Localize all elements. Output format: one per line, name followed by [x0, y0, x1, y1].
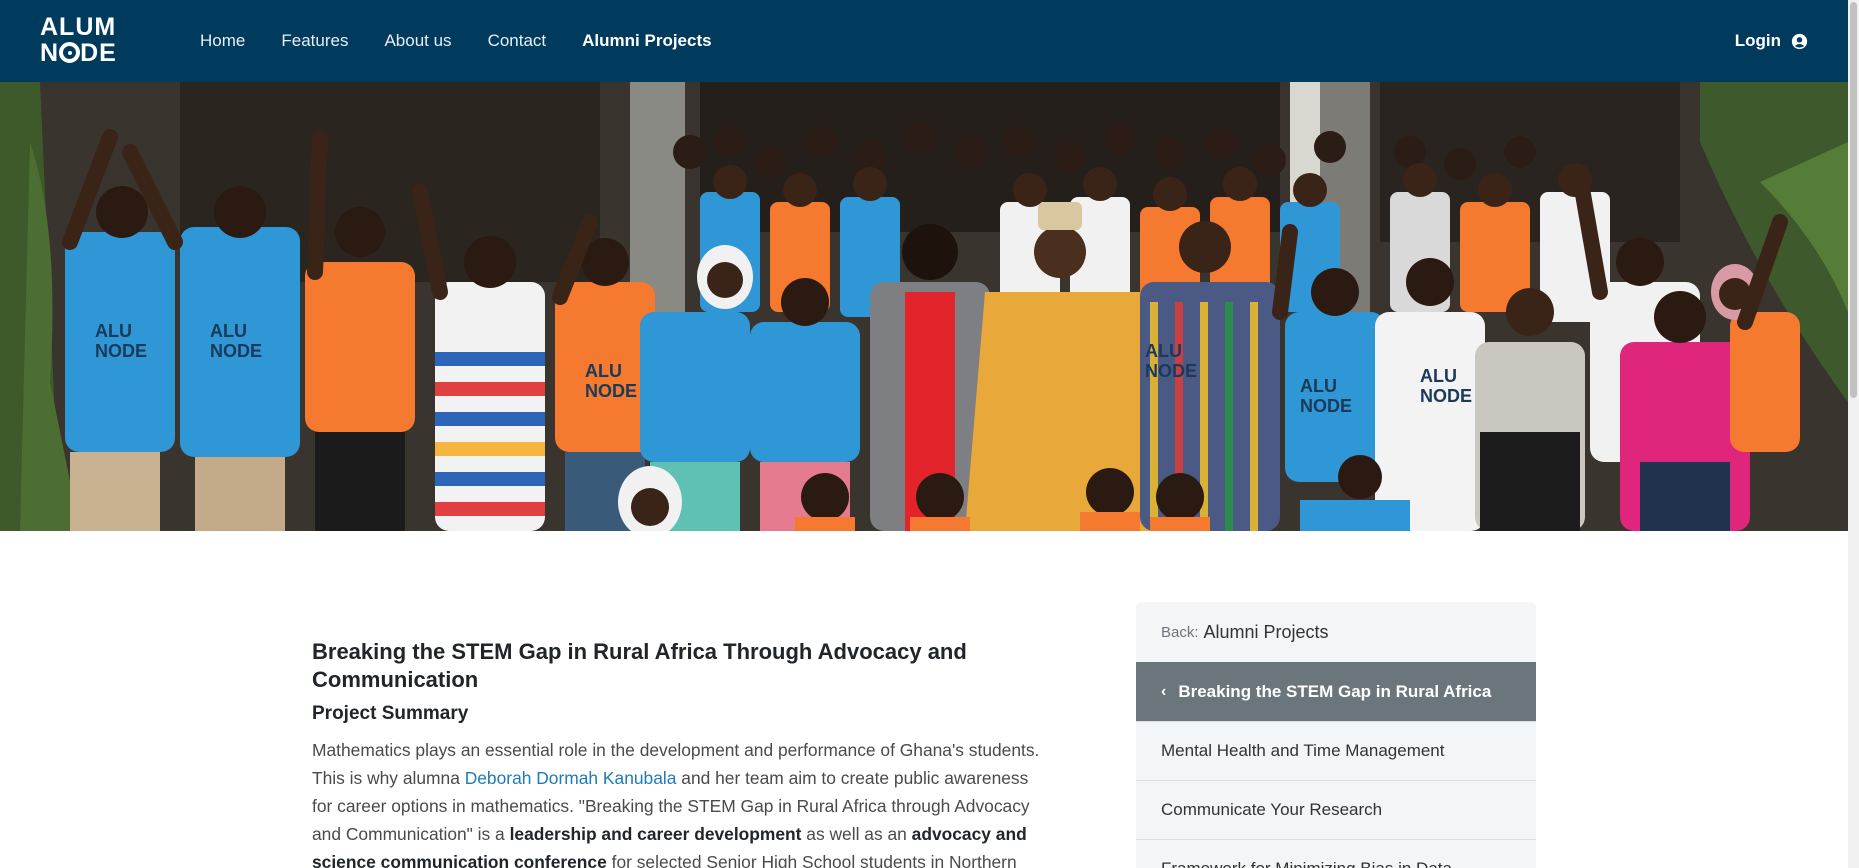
svg-text:NODE: NODE: [210, 341, 262, 361]
page-title: Breaking the STEM Gap in Rural Africa Th…: [312, 639, 967, 692]
svg-text:ALU: ALU: [95, 321, 132, 341]
section-heading: Project Summary: [312, 703, 469, 724]
nav-contact[interactable]: Contact: [488, 31, 547, 51]
back-link[interactable]: Back: Alumni Projects: [1136, 602, 1536, 662]
nav-home[interactable]: Home: [200, 31, 245, 51]
svg-text:ALU: ALU: [1420, 366, 1457, 386]
svg-text:ALU: ALU: [210, 321, 247, 341]
login-label: Login: [1734, 31, 1781, 50]
chevron-left-icon: ‹: [1161, 682, 1167, 700]
logo-line1: ALUM: [40, 13, 117, 41]
login-button[interactable]: Login: [1735, 0, 1808, 82]
alumnode-logo[interactable]: ALUM N DE: [40, 14, 140, 70]
nav-links: Home Features About us Contact Alumni Pr…: [200, 0, 748, 82]
back-prefix: Back:: [1161, 623, 1199, 641]
sidebar-item-label: Framework for Minimizing Bias in Data: [1161, 859, 1452, 868]
sidebar-item-bias-framework[interactable]: Framework for Minimizing Bias in Data: [1136, 839, 1536, 868]
logo-o-icon: [59, 42, 81, 63]
top-navbar: ALUM N DE Home Features About us Contact …: [0, 0, 1848, 82]
nav-about-us[interactable]: About us: [384, 31, 451, 51]
sidebar-item-label: Breaking the STEM Gap in Rural Africa: [1178, 681, 1492, 701]
nav-alumni-projects[interactable]: Alumni Projects: [582, 31, 711, 51]
page-scrollbar[interactable]: [1848, 0, 1859, 868]
article: Breaking the STEM Gap in Rural Africa Th…: [312, 638, 1052, 868]
user-circle-icon: [1791, 33, 1808, 49]
logo-line2: N DE: [40, 39, 117, 67]
svg-text:NODE: NODE: [1145, 361, 1197, 381]
back-label: Alumni Projects: [1203, 621, 1329, 642]
sidebar-item-communicate-research[interactable]: Communicate Your Research: [1136, 780, 1536, 839]
summary-paragraph: Mathematics plays an essential role in t…: [312, 736, 1052, 868]
svg-text:NODE: NODE: [1300, 396, 1352, 416]
hero-illustration: ALUNODE ALUNODE ALUNODE ALUNODE ALUNODE …: [0, 82, 1848, 531]
bold-phrase-1: leadership and career development: [509, 824, 802, 844]
svg-text:NODE: NODE: [1420, 386, 1472, 406]
author-link[interactable]: Deborah Dormah Kanubala: [465, 768, 677, 788]
sidebar-item-label: Communicate Your Research: [1161, 800, 1383, 819]
scrollbar-thumb[interactable]: [1850, 2, 1857, 398]
hero-group-photo: ALU NODE ALU NODE ALU NODE ALU NODE ALU NODE …: [0, 82, 1848, 531]
svg-text:ALU: ALU: [1300, 376, 1337, 396]
svg-text:ALU: ALU: [585, 361, 622, 381]
svg-text:NODE: NODE: [95, 341, 147, 361]
svg-text:ALU: ALU: [1145, 341, 1182, 361]
svg-text:NODE: NODE: [585, 381, 637, 401]
sidebar-item-mental-health[interactable]: Mental Health and Time Management: [1136, 721, 1536, 780]
project-sidebar: Back: Alumni Projects ‹ Breaking the STE…: [1136, 602, 1536, 868]
nav-features[interactable]: Features: [281, 31, 348, 51]
sidebar-item-label: Mental Health and Time Management: [1161, 741, 1445, 760]
sidebar-item-stem-gap[interactable]: ‹ Breaking the STEM Gap in Rural Africa: [1136, 662, 1536, 721]
